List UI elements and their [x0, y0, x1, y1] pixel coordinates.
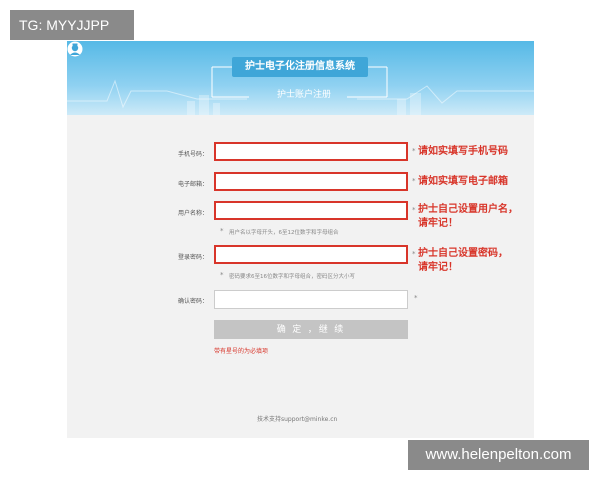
email-label: 电子邮箱：	[177, 181, 208, 188]
confirm-password-label: 确认密码：	[177, 298, 208, 305]
header-banner: 护士电子化注册信息系统 护士账户注册	[67, 41, 534, 115]
system-title: 护士电子化注册信息系统	[232, 57, 368, 77]
email-annotation: 请如实填写电子邮箱	[418, 176, 508, 187]
nurse-avatar-icon	[67, 41, 83, 57]
username-input[interactable]	[214, 201, 408, 220]
phone-input[interactable]	[214, 142, 408, 161]
phone-label: 手机号码：	[177, 151, 208, 158]
required-mark: *	[412, 147, 416, 155]
registration-page: 护士电子化注册信息系统 护士账户注册 手机号码： * 请如实填写手机号码 电子邮…	[67, 41, 534, 438]
support-footer: 技术支持support@minke.cn	[257, 416, 338, 423]
confirm-continue-button[interactable]: 确 定 ，继 续	[214, 320, 408, 339]
username-annotation-line2: 请牢记！	[418, 218, 458, 229]
password-input[interactable]	[214, 245, 408, 264]
password-annotation-line2: 请牢记！	[418, 262, 458, 273]
username-label: 用户名称：	[177, 210, 208, 217]
watermark-bottom-badge: www.helenpelton.com	[408, 440, 589, 470]
password-label: 登录密码：	[177, 254, 208, 261]
required-mark: *	[412, 250, 416, 258]
banner-decoration	[67, 66, 534, 115]
password-annotation-line1: 护士自己设置密码，	[418, 248, 508, 259]
username-annotation-line1: 护士自己设置用户名，	[418, 204, 518, 215]
required-mark: *	[414, 294, 418, 302]
username-hint: 用户名以字母开头，6至12位数字和字母组合	[229, 230, 339, 236]
watermark-top-badge: TG: MYYJJPP	[10, 10, 134, 40]
password-hint: 密码要求6至16位数字和字母组合，密码区分大小写	[229, 274, 355, 280]
email-input[interactable]	[214, 172, 408, 191]
required-fields-note: 带有星号的为必填项	[214, 348, 269, 355]
required-mark: *	[412, 206, 416, 214]
confirm-password-input[interactable]	[214, 290, 408, 309]
hint-mark: *	[220, 227, 224, 235]
required-mark: *	[412, 177, 416, 185]
page-subtitle: 护士账户注册	[277, 90, 332, 100]
phone-annotation: 请如实填写手机号码	[418, 146, 508, 157]
hint-mark: *	[220, 271, 224, 279]
